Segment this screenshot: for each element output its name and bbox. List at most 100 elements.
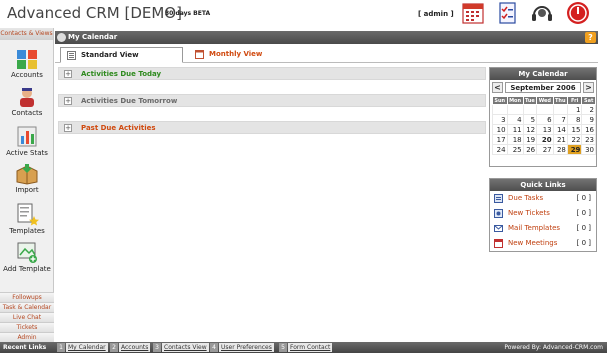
calendar-day[interactable]: 25 xyxy=(506,144,524,155)
calendar-day[interactable]: 30 xyxy=(581,144,596,155)
calendar-day[interactable]: 6 xyxy=(536,114,554,125)
recent-link-form-contact[interactable]: Form Contact xyxy=(288,343,333,352)
weekday-header: Sun xyxy=(492,96,508,105)
quick-link-label: New Meetings xyxy=(508,239,558,247)
calendar-day[interactable]: 7 xyxy=(552,114,568,125)
calendar-week: 12 xyxy=(492,104,596,115)
calendar-day[interactable]: 22 xyxy=(566,134,583,145)
calendar-day[interactable]: 5 xyxy=(522,114,538,125)
calendar-day[interactable]: 27 xyxy=(536,144,554,155)
section-title: Past Due Activities xyxy=(81,124,156,132)
quick-link-new-meetings[interactable]: New Meetings [ 0 ] xyxy=(490,236,596,251)
prev-month-button[interactable]: < xyxy=(492,82,503,93)
calendar-day[interactable]: 3 xyxy=(492,114,508,125)
calendar-day[interactable]: 29 xyxy=(566,144,583,155)
sidebar-heading[interactable]: Contacts & Views xyxy=(0,28,53,40)
expand-icon[interactable]: + xyxy=(64,70,72,78)
expand-icon[interactable]: + xyxy=(64,124,72,132)
calendar-day[interactable]: 24 xyxy=(492,144,508,155)
calendar-day[interactable]: 14 xyxy=(552,124,568,135)
calendar-day[interactable]: 26 xyxy=(522,144,538,155)
ticket-icon xyxy=(494,209,503,218)
page-title-bar: My Calendar ? xyxy=(55,31,598,44)
recent-link-label: Accounts xyxy=(121,344,149,351)
calendar-day[interactable]: 15 xyxy=(566,124,583,135)
recent-link-number: 2 xyxy=(110,343,118,352)
calendar-day[interactable]: 28 xyxy=(552,144,568,155)
sidebar-link-live-chat[interactable]: Live Chat xyxy=(0,312,54,322)
checklist-icon[interactable] xyxy=(496,1,520,25)
expand-icon[interactable]: + xyxy=(64,97,72,105)
sidebar-item-templates[interactable]: Templates xyxy=(0,202,54,235)
calendar-icon[interactable] xyxy=(461,1,485,25)
calendar-day[interactable]: 19 xyxy=(522,134,538,145)
templates-icon xyxy=(17,203,39,226)
calendar-day[interactable]: 20 xyxy=(536,134,554,145)
calendar-day[interactable]: 4 xyxy=(506,114,524,125)
tab-label: Monthly View xyxy=(209,50,263,58)
sidebar-item-active-stats[interactable]: Active Stats xyxy=(0,124,54,157)
sidebar-link-tickets[interactable]: Tickets xyxy=(0,322,54,332)
recent-links-label: Recent Links xyxy=(3,344,47,351)
calendar-day[interactable]: 9 xyxy=(581,114,596,125)
sidebar-link-task-calendar[interactable]: Task & Calendar xyxy=(0,302,54,312)
calendar-empty-cell xyxy=(506,104,524,115)
user-badge[interactable]: [ admin ] xyxy=(418,10,454,18)
calendar-day[interactable]: 2 xyxy=(581,104,596,115)
tab-standard-view[interactable]: Standard View xyxy=(60,47,183,63)
calendar-day[interactable]: 17 xyxy=(492,134,508,145)
quick-link-mail-templates[interactable]: Mail Templates [ 0 ] xyxy=(490,221,596,236)
sidebar-item-contacts[interactable]: Contacts xyxy=(0,86,54,117)
list-view-icon xyxy=(67,51,76,60)
sidebar-item-accounts[interactable]: Accounts xyxy=(0,48,54,79)
quick-link-due-tasks[interactable]: Due Tasks [ 0 ] xyxy=(490,191,596,206)
calendar-day[interactable]: 1 xyxy=(566,104,583,115)
sidebar-link-admin[interactable]: Admin xyxy=(0,332,54,342)
weekday-header: Wed xyxy=(536,96,554,105)
calendar-day[interactable]: 13 xyxy=(536,124,554,135)
powered-by[interactable]: Powered By: Advanced-CRM.com xyxy=(504,342,603,353)
calendar-day[interactable]: 8 xyxy=(566,114,583,125)
quick-links-panel: Quick Links Due Tasks [ 0 ] New Tickets … xyxy=(489,178,597,252)
calendar-day[interactable]: 18 xyxy=(506,134,524,145)
accounts-icon xyxy=(17,50,37,69)
mail-icon xyxy=(494,225,503,232)
calendar-empty-cell xyxy=(536,104,554,115)
next-month-button[interactable]: > xyxy=(583,82,594,93)
section-activities-due-tomorrow[interactable]: + Activities Due Tomorrow xyxy=(58,94,486,107)
recent-link-accounts[interactable]: Accounts xyxy=(119,343,151,352)
support-headset-icon[interactable] xyxy=(530,1,554,25)
tab-monthly-view[interactable]: Monthly View xyxy=(189,47,299,63)
logout-power-icon[interactable] xyxy=(566,1,590,25)
app-title: Advanced CRM [DEMO] xyxy=(7,4,182,22)
section-activities-due-today[interactable]: + Activities Due Today xyxy=(58,67,486,80)
sidebar-item-import[interactable]: Import xyxy=(0,163,54,194)
calendar-heading: My Calendar xyxy=(490,68,596,80)
recent-link-user-preferences[interactable]: User Preferences xyxy=(219,343,274,352)
calendar-day[interactable]: 11 xyxy=(506,124,524,135)
recent-link-number: 1 xyxy=(57,343,65,352)
calendar-nav: < September 2006 > xyxy=(492,82,594,95)
quick-links-heading: Quick Links xyxy=(490,179,596,191)
calendar-day[interactable]: 16 xyxy=(581,124,596,135)
sidebar-link-followups[interactable]: Followups xyxy=(0,292,54,302)
import-icon xyxy=(16,164,38,185)
calendar-day[interactable]: 23 xyxy=(581,134,596,145)
calendar-day[interactable]: 10 xyxy=(492,124,508,135)
calendar-empty-cell xyxy=(552,104,568,115)
calendar-week: 17 18 19 20 21 22 23 xyxy=(492,134,596,145)
quick-link-new-tickets[interactable]: New Tickets [ 0 ] xyxy=(490,206,596,221)
recent-link-my-calendar[interactable]: My Calendar xyxy=(66,343,108,352)
sidebar-item-add-template[interactable]: Add Template xyxy=(0,240,54,273)
quick-link-label: Due Tasks xyxy=(508,194,544,202)
calendar-day[interactable]: 12 xyxy=(522,124,538,135)
recent-link-label: Form Contact xyxy=(290,344,331,351)
contacts-icon xyxy=(20,88,34,107)
window-icon xyxy=(57,33,66,42)
recent-link-contacts-view[interactable]: Contacts View xyxy=(162,343,209,352)
section-past-due-activities[interactable]: + Past Due Activities xyxy=(58,121,486,134)
calendar-day[interactable]: 21 xyxy=(552,134,568,145)
month-calendar-icon xyxy=(195,50,204,59)
sidebar-item-label: Templates xyxy=(9,227,45,235)
help-icon[interactable]: ? xyxy=(585,32,596,43)
